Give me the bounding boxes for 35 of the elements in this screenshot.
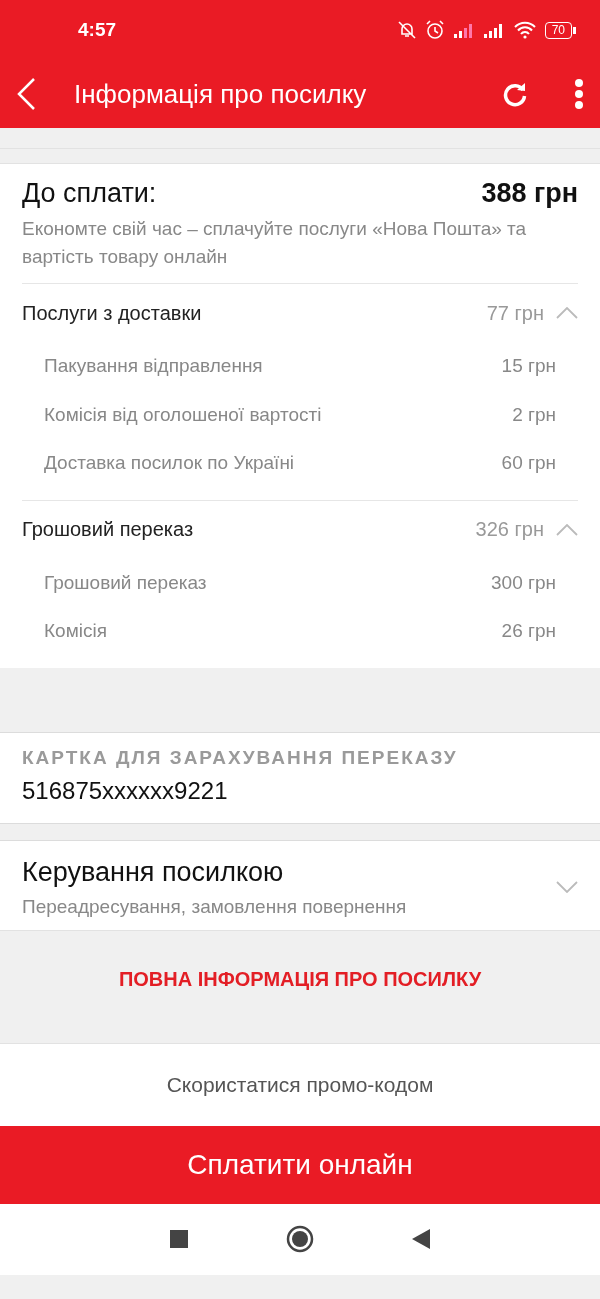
promo-code-button[interactable]: Скористатися промо-кодом — [0, 1042, 600, 1126]
fee-amount: 15 грн — [501, 355, 556, 378]
section-subtitle: Переадресування, замовлення повернення — [22, 895, 408, 918]
amount-due-label: До сплати: — [22, 178, 157, 209]
fee-label: Пакування відправлення — [44, 355, 263, 378]
section-title[interactable]: Керування посилкою — [22, 856, 556, 888]
pay-online-button[interactable]: Сплатити онлайн — [0, 1125, 600, 1204]
fee-label: Комісія — [44, 620, 107, 643]
alarm-icon — [424, 20, 445, 40]
section-title[interactable]: Грошовий переказ — [22, 518, 476, 541]
fee-label: Комісія від оголошеної вартості — [44, 403, 322, 426]
section-amount: 77 грн — [486, 301, 544, 325]
fee-amount: 60 грн — [501, 452, 556, 475]
fee-label: Грошовий переказ — [44, 571, 207, 594]
pay-online-hint: Економте свій час – сплачуйте послуги «Нова Пошта» та вартість товару онлайн — [22, 217, 528, 269]
section-amount: 326 грн — [475, 518, 544, 541]
home-icon[interactable] — [286, 1225, 314, 1253]
signal-icon — [452, 22, 475, 38]
signal-icon — [482, 22, 505, 38]
back-icon[interactable] — [412, 1229, 430, 1249]
back-icon[interactable] — [16, 78, 36, 110]
total-amount: 388 грн — [481, 178, 578, 209]
screen-title: Інформація про посилку — [74, 78, 368, 110]
fee-amount: 26 грн — [501, 620, 556, 643]
fee-amount: 300 грн — [491, 571, 556, 594]
fee-label: Доставка посилок по Україні — [44, 452, 295, 475]
wifi-icon — [512, 21, 537, 39]
refresh-icon[interactable] — [502, 81, 528, 107]
more-icon[interactable] — [574, 79, 584, 109]
section-title[interactable]: Послуги з доставки — [22, 301, 487, 325]
status-time: 4:57 — [78, 19, 117, 41]
fee-amount: 2 грн — [512, 403, 556, 426]
card-label: КАРТКА ДЛЯ ЗАРАХУВАННЯ ПЕРЕКАЗУ — [22, 746, 459, 769]
muted-bell-icon — [396, 20, 417, 40]
card-number: 516875xxxxxx9221 — [22, 776, 229, 805]
